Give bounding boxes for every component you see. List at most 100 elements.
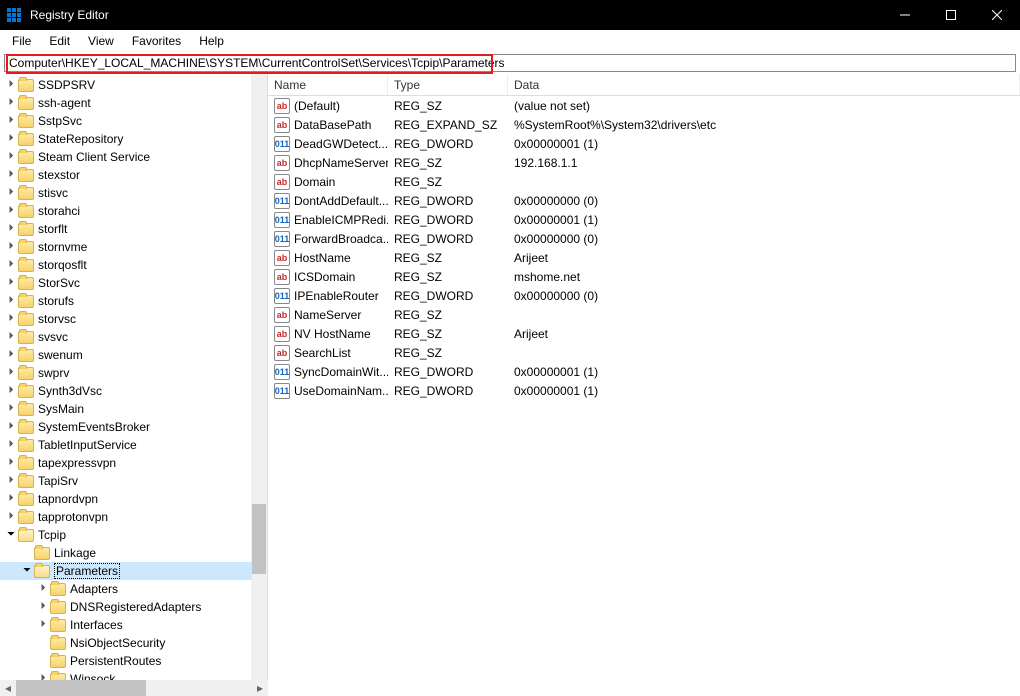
tree-item[interactable]: ⏵SSDPSRV xyxy=(0,76,252,94)
menu-view[interactable]: View xyxy=(80,32,122,50)
menu-file[interactable]: File xyxy=(4,32,39,50)
chevron-right-icon[interactable]: ⏵ xyxy=(36,583,50,594)
close-button[interactable] xyxy=(974,0,1020,30)
tree-item[interactable]: ⏵SstpSvc xyxy=(0,112,252,130)
tree-item[interactable]: ⏵TabletInputService xyxy=(0,436,252,454)
chevron-right-icon[interactable]: ⏵ xyxy=(4,97,18,108)
chevron-right-icon[interactable]: ⏵ xyxy=(4,493,18,504)
chevron-right-icon[interactable]: ⏵ xyxy=(4,79,18,90)
chevron-right-icon[interactable]: ⏵ xyxy=(4,403,18,414)
list-row[interactable]: ab(Default)REG_SZ(value not set) xyxy=(268,96,1020,115)
list-row[interactable]: abNV HostNameREG_SZArijeet xyxy=(268,324,1020,343)
chevron-right-icon[interactable]: ⏵ xyxy=(4,241,18,252)
list-row[interactable]: 011DeadGWDetect...REG_DWORD0x00000001 (1… xyxy=(268,134,1020,153)
tree-view[interactable]: ⏵SSDPSRV⏵ssh-agent⏵SstpSvc⏵StateReposito… xyxy=(0,74,268,692)
list-row[interactable]: 011EnableICMPRedi...REG_DWORD0x00000001 … xyxy=(268,210,1020,229)
list-row[interactable]: 011SyncDomainWit...REG_DWORD0x00000001 (… xyxy=(268,362,1020,381)
list-row[interactable]: 011DontAddDefault...REG_DWORD0x00000000 … xyxy=(268,191,1020,210)
scroll-right-button[interactable]: ▸ xyxy=(252,680,268,696)
chevron-right-icon[interactable]: ⏵ xyxy=(4,223,18,234)
tree-item[interactable]: ⏵stisvc xyxy=(0,184,252,202)
chevron-right-icon[interactable]: ⏵ xyxy=(4,367,18,378)
chevron-right-icon[interactable]: ⏵ xyxy=(4,295,18,306)
tree-item[interactable]: ⏵tapexpressvpn xyxy=(0,454,252,472)
tree-item[interactable]: ⏷Parameters xyxy=(0,562,252,580)
scrollbar-horizontal[interactable]: ◂ ▸ xyxy=(0,680,268,696)
list-view[interactable]: Name Type Data ab(Default)REG_SZ(value n… xyxy=(268,74,1020,692)
tree-item[interactable]: ⏵Adapters xyxy=(0,580,252,598)
list-row[interactable]: abSearchListREG_SZ xyxy=(268,343,1020,362)
tree-item[interactable]: ⏵svsvc xyxy=(0,328,252,346)
scroll-left-button[interactable]: ◂ xyxy=(0,680,16,696)
tree-item[interactable]: ⏵tapnordvpn xyxy=(0,490,252,508)
tree-item[interactable]: ⏵swprv xyxy=(0,364,252,382)
minimize-button[interactable] xyxy=(882,0,928,30)
column-data[interactable]: Data xyxy=(508,74,1020,95)
chevron-right-icon[interactable]: ⏵ xyxy=(4,115,18,126)
tree-item[interactable]: ⏵Synth3dVsc xyxy=(0,382,252,400)
list-row[interactable]: abICSDomainREG_SZmshome.net xyxy=(268,267,1020,286)
tree-item[interactable]: PersistentRoutes xyxy=(0,652,252,670)
menu-help[interactable]: Help xyxy=(191,32,232,50)
tree-item[interactable]: ⏵tapprotonvpn xyxy=(0,508,252,526)
scrollbar-track-vertical[interactable] xyxy=(251,74,267,692)
tree-item[interactable]: ⏵storufs xyxy=(0,292,252,310)
scrollbar-thumb-horizontal[interactable] xyxy=(16,680,146,696)
chevron-right-icon[interactable]: ⏵ xyxy=(4,259,18,270)
chevron-right-icon[interactable]: ⏵ xyxy=(36,619,50,630)
tree-item[interactable]: ⏵SysMain xyxy=(0,400,252,418)
address-bar[interactable]: Computer\HKEY_LOCAL_MACHINE\SYSTEM\Curre… xyxy=(4,54,1016,72)
chevron-right-icon[interactable]: ⏵ xyxy=(36,601,50,612)
tree-item[interactable]: ⏵StateRepository xyxy=(0,130,252,148)
chevron-right-icon[interactable]: ⏵ xyxy=(4,277,18,288)
tree-item[interactable]: ⏵SystemEventsBroker xyxy=(0,418,252,436)
chevron-right-icon[interactable]: ⏵ xyxy=(4,457,18,468)
column-name[interactable]: Name xyxy=(268,74,388,95)
list-row[interactable]: abNameServerREG_SZ xyxy=(268,305,1020,324)
maximize-button[interactable] xyxy=(928,0,974,30)
tree-item[interactable]: ⏵stornvme xyxy=(0,238,252,256)
chevron-right-icon[interactable]: ⏵ xyxy=(4,331,18,342)
chevron-right-icon[interactable]: ⏵ xyxy=(4,439,18,450)
chevron-right-icon[interactable]: ⏵ xyxy=(4,151,18,162)
menu-edit[interactable]: Edit xyxy=(41,32,78,50)
list-row[interactable]: 011ForwardBroadca...REG_DWORD0x00000000 … xyxy=(268,229,1020,248)
tree-item[interactable]: Linkage xyxy=(0,544,252,562)
tree-item[interactable]: ⏵storvsc xyxy=(0,310,252,328)
tree-item[interactable]: ⏵ssh-agent xyxy=(0,94,252,112)
chevron-right-icon[interactable]: ⏵ xyxy=(4,187,18,198)
chevron-down-icon[interactable]: ⏷ xyxy=(4,529,18,540)
scrollbar-thumb-vertical[interactable] xyxy=(252,504,266,574)
tree-item[interactable]: ⏷Tcpip xyxy=(0,526,252,544)
chevron-down-icon[interactable]: ⏷ xyxy=(20,565,34,576)
chevron-right-icon[interactable]: ⏵ xyxy=(4,511,18,522)
tree-item[interactable]: NsiObjectSecurity xyxy=(0,634,252,652)
chevron-right-icon[interactable]: ⏵ xyxy=(4,421,18,432)
tree-item[interactable]: ⏵stexstor xyxy=(0,166,252,184)
list-row[interactable]: abDhcpNameServerREG_SZ192.168.1.1 xyxy=(268,153,1020,172)
list-row[interactable]: 011IPEnableRouterREG_DWORD0x00000000 (0) xyxy=(268,286,1020,305)
list-row[interactable]: abDataBasePathREG_EXPAND_SZ%SystemRoot%\… xyxy=(268,115,1020,134)
chevron-right-icon[interactable]: ⏵ xyxy=(4,385,18,396)
tree-item[interactable]: ⏵storflt xyxy=(0,220,252,238)
chevron-right-icon[interactable]: ⏵ xyxy=(4,349,18,360)
list-row[interactable]: abHostNameREG_SZArijeet xyxy=(268,248,1020,267)
chevron-right-icon[interactable]: ⏵ xyxy=(4,475,18,486)
chevron-right-icon[interactable]: ⏵ xyxy=(4,133,18,144)
column-type[interactable]: Type xyxy=(388,74,508,95)
list-row[interactable]: 011UseDomainNam...REG_DWORD0x00000001 (1… xyxy=(268,381,1020,400)
tree-item[interactable]: ⏵Steam Client Service xyxy=(0,148,252,166)
tree-item[interactable]: ⏵DNSRegisteredAdapters xyxy=(0,598,252,616)
menu-favorites[interactable]: Favorites xyxy=(124,32,189,50)
tree-item[interactable]: ⏵swenum xyxy=(0,346,252,364)
tree-item[interactable]: ⏵StorSvc xyxy=(0,274,252,292)
chevron-right-icon[interactable]: ⏵ xyxy=(4,313,18,324)
list-row[interactable]: abDomainREG_SZ xyxy=(268,172,1020,191)
tree-item[interactable]: ⏵Interfaces xyxy=(0,616,252,634)
tree-item[interactable]: ⏵storqosflt xyxy=(0,256,252,274)
chevron-right-icon[interactable]: ⏵ xyxy=(4,205,18,216)
scrollbar-track-horizontal[interactable] xyxy=(16,680,252,696)
tree-item[interactable]: ⏵TapiSrv xyxy=(0,472,252,490)
tree-item[interactable]: ⏵storahci xyxy=(0,202,252,220)
chevron-right-icon[interactable]: ⏵ xyxy=(4,169,18,180)
